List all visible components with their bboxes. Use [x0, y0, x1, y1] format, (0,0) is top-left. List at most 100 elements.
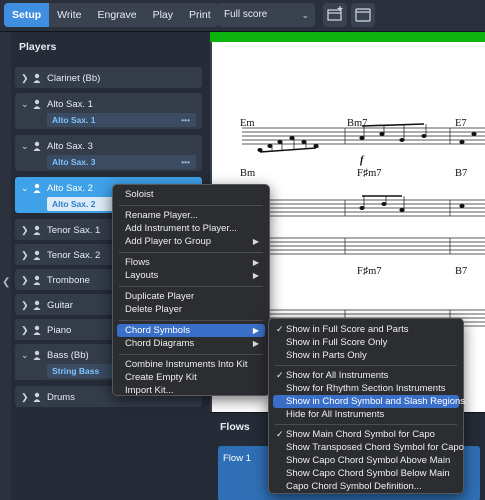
- chord-symbol[interactable]: Em: [240, 118, 255, 129]
- menu-item-create-empty-kit[interactable]: Create Empty Kit: [117, 371, 265, 384]
- menu-item-capo-definition[interactable]: Capo Chord Symbol Definition...: [273, 480, 459, 493]
- checkmark-icon: ✓: [276, 429, 284, 439]
- menu-item-show-all-instruments[interactable]: ✓ Show for All Instruments: [273, 369, 459, 382]
- player-icon: [33, 183, 41, 193]
- menu-item-duplicate-player[interactable]: Duplicate Player: [117, 290, 265, 303]
- more-icon[interactable]: •••: [181, 155, 190, 169]
- menu-item-label: Show Main Chord Symbol for Capo: [286, 429, 435, 440]
- player-name: Alto Sax. 2: [47, 183, 93, 194]
- menu-item-hide-all-instruments[interactable]: Hide for All Instruments: [273, 408, 459, 421]
- mode-print[interactable]: Print: [181, 3, 219, 27]
- layout-select[interactable]: Full score ⌄: [218, 3, 315, 27]
- submenu-arrow-icon: ▶: [252, 258, 259, 267]
- submenu-arrow-icon: ▶: [252, 271, 259, 280]
- submenu-arrow-icon: ▶: [252, 237, 259, 246]
- menu-item-label: Flows: [125, 257, 150, 268]
- menu-item-show-rhythm-section[interactable]: Show for Rhythm Section Instruments: [273, 382, 459, 395]
- player-row[interactable]: ⌄ Alto Sax. 3 Alto Sax. 3 •••: [15, 135, 202, 171]
- instrument-name: Alto Sax. 3: [52, 157, 96, 167]
- chord-symbol[interactable]: Bm7: [347, 118, 367, 129]
- chord-symbol[interactable]: B7: [455, 266, 467, 277]
- player-context-menu: Soloist Rename Player... Add Instrument …: [112, 184, 270, 396]
- menu-item-combine-instruments[interactable]: Combine Instruments Into Kit: [117, 358, 265, 371]
- menu-item-soloist[interactable]: Soloist: [117, 188, 265, 201]
- menu-item-chord-symbols[interactable]: Chord Symbols ▶: [117, 324, 265, 337]
- player-name: Alto Sax. 1: [47, 99, 93, 110]
- chord-symbol[interactable]: F♯m7: [357, 266, 382, 277]
- menu-item-chord-diagrams[interactable]: Chord Diagrams ▶: [117, 337, 265, 350]
- mode-write[interactable]: Write: [49, 3, 89, 27]
- chord-symbol[interactable]: E7: [455, 118, 467, 129]
- chevron-down-icon[interactable]: ⌄: [21, 183, 29, 194]
- menu-separator: [275, 365, 457, 366]
- top-toolbar: Setup Write Engrave Play Print Full scor…: [0, 0, 485, 32]
- menu-item-layouts[interactable]: Layouts ▶: [117, 269, 265, 282]
- layout-select-value: Full score: [224, 9, 268, 20]
- menu-separator: [119, 354, 263, 355]
- player-icon: [33, 225, 41, 235]
- chord-symbol[interactable]: F♯m7: [357, 168, 382, 179]
- chevron-down-icon[interactable]: ⌄: [21, 141, 29, 152]
- new-layout-button[interactable]: [323, 3, 347, 27]
- menu-item-flows[interactable]: Flows ▶: [117, 256, 265, 269]
- player-name: Trombone: [47, 275, 90, 286]
- players-panel-title: Players: [19, 41, 57, 53]
- mode-setup[interactable]: Setup: [4, 3, 50, 27]
- menu-item-show-full-score-and-parts[interactable]: ✓ Show in Full Score and Parts: [273, 323, 459, 336]
- menu-item-import-kit[interactable]: Import Kit...: [117, 384, 265, 397]
- player-name: Guitar: [47, 300, 73, 311]
- menu-item-label: Show in Full Score and Parts: [286, 324, 409, 335]
- chevron-down-icon[interactable]: ⌄: [21, 99, 29, 110]
- left-panel-toggle[interactable]: ❮: [0, 32, 11, 500]
- menu-item-add-instrument[interactable]: Add Instrument to Player...: [117, 222, 265, 235]
- menu-item-show-parts-only[interactable]: Show in Parts Only: [273, 349, 459, 362]
- player-row[interactable]: ❯ Clarinet (Bb): [15, 67, 202, 88]
- instrument-label[interactable]: Alto Sax. 3 •••: [47, 155, 196, 169]
- chord-symbol[interactable]: B7: [455, 168, 467, 179]
- menu-item-rename-player[interactable]: Rename Player...: [117, 209, 265, 222]
- chord-symbol[interactable]: Bm: [240, 168, 255, 179]
- chevron-right-icon[interactable]: ❯: [21, 73, 29, 84]
- player-icon: [33, 392, 41, 402]
- flows-panel-title: Flows: [220, 421, 250, 433]
- menu-item-label: Chord Diagrams: [125, 338, 195, 349]
- player-name: Piano: [47, 325, 72, 336]
- menu-item-show-full-score-only[interactable]: Show in Full Score Only: [273, 336, 459, 349]
- chevron-down-icon: ⌄: [301, 10, 309, 20]
- menu-item-label: Add Player to Group: [125, 236, 212, 247]
- window-button[interactable]: [351, 3, 375, 27]
- menu-item-show-main-capo[interactable]: ✓ Show Main Chord Symbol for Capo: [273, 428, 459, 441]
- new-layout-icon: [327, 6, 343, 21]
- window-icon: [355, 8, 371, 22]
- chevron-right-icon[interactable]: ❯: [21, 275, 29, 286]
- chevron-right-icon[interactable]: ❯: [21, 300, 29, 311]
- menu-item-show-transposed-capo[interactable]: Show Transposed Chord Symbol for Capo: [273, 441, 464, 454]
- mode-engrave[interactable]: Engrave: [89, 3, 144, 27]
- menu-separator: [119, 252, 263, 253]
- chevron-right-icon[interactable]: ❯: [21, 225, 29, 236]
- menu-item-capo-above-main[interactable]: Show Capo Chord Symbol Above Main: [273, 454, 459, 467]
- player-icon: [33, 141, 41, 151]
- menu-item-label: Chord Symbols: [125, 325, 190, 336]
- checkmark-icon: ✓: [276, 324, 284, 334]
- menu-separator: [275, 424, 457, 425]
- chevron-right-icon[interactable]: ❯: [21, 250, 29, 261]
- dynamic-marking[interactable]: f: [360, 155, 364, 166]
- flow-name: Flow 1: [223, 453, 251, 464]
- chevron-left-icon: ❮: [2, 277, 11, 288]
- player-icon: [33, 73, 41, 83]
- menu-item-add-to-group[interactable]: Add Player to Group ▶: [117, 235, 265, 248]
- more-icon[interactable]: •••: [181, 113, 190, 127]
- menu-item-label: Show for All Instruments: [286, 370, 389, 381]
- menu-item-show-in-slash-regions[interactable]: Show in Chord Symbol and Slash Regions: [273, 395, 465, 408]
- mode-play[interactable]: Play: [145, 3, 181, 27]
- menu-item-capo-below-main[interactable]: Show Capo Chord Symbol Below Main: [273, 467, 459, 480]
- player-name: Clarinet (Bb): [47, 73, 101, 84]
- player-row[interactable]: ⌄ Alto Sax. 1 Alto Sax. 1 •••: [15, 93, 202, 129]
- instrument-label[interactable]: Alto Sax. 1 •••: [47, 113, 196, 127]
- chevron-right-icon[interactable]: ❯: [21, 392, 29, 403]
- chevron-down-icon[interactable]: ⌄: [21, 350, 29, 361]
- chevron-right-icon[interactable]: ❯: [21, 325, 29, 336]
- menu-item-delete-player[interactable]: Delete Player: [117, 303, 265, 316]
- submenu-arrow-icon: ▶: [252, 339, 259, 348]
